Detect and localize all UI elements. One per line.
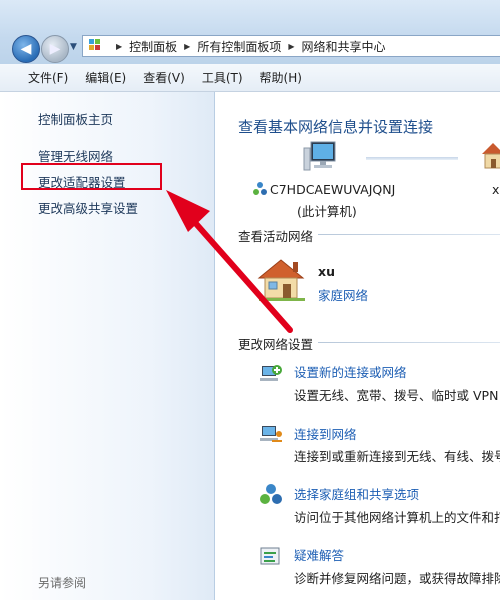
breadcrumb-item[interactable]: 网络和共享中心 <box>302 38 386 55</box>
change-settings-heading: 更改网络设置 <box>238 337 314 352</box>
history-dropdown-icon[interactable]: ▼ <box>70 42 77 52</box>
computer-icon <box>303 141 336 171</box>
connect-network-icon <box>260 426 282 442</box>
homegroup-icon <box>253 182 267 195</box>
menu-help[interactable]: 帮助(H) <box>260 69 302 86</box>
see-also-heading: 另请参阅 <box>38 576 87 590</box>
computer-label: (此计算机) <box>297 204 357 219</box>
active-networks-heading: 查看活动网络 <box>238 229 314 244</box>
troubleshoot-icon <box>260 547 280 565</box>
sidebar-item-advanced-sharing[interactable]: 更改高级共享设置 <box>38 198 138 217</box>
page-title: 查看基本网络信息并设置连接 <box>238 118 434 136</box>
address-bar[interactable]: ▶ 控制面板 ▶ 所有控制面板项 ▶ 网络和共享中心 <box>82 35 500 57</box>
control-panel-icon <box>89 39 103 53</box>
breadcrumb-item[interactable]: 所有控制面板项 <box>197 38 281 55</box>
task-homegroup-link[interactable]: 选择家庭组和共享选项 <box>294 484 419 503</box>
breadcrumb-separator-icon: ▶ <box>184 41 191 51</box>
new-connection-icon <box>260 365 282 381</box>
highlight-rectangle <box>21 163 162 190</box>
divider <box>318 342 500 343</box>
task-troubleshoot-desc: 诊断并修复网络问题，或获得故障排除 <box>294 571 500 586</box>
task-troubleshoot-link[interactable]: 疑难解答 <box>294 545 344 564</box>
task-new-connection-link[interactable]: 设置新的连接或网络 <box>294 362 407 381</box>
network-name: xu <box>318 264 335 279</box>
breadcrumb-separator-icon: ▶ <box>288 41 295 51</box>
breadcrumb-item[interactable]: 控制面板 <box>129 38 177 55</box>
back-arrow-icon[interactable]: ◀ <box>12 35 40 63</box>
network-type-link[interactable]: 家庭网络 <box>318 285 368 304</box>
menu-bar: 文件(F) 编辑(E) 查看(V) 工具(T) 帮助(H) <box>0 64 500 92</box>
menu-view[interactable]: 查看(V) <box>143 69 185 86</box>
task-new-connection-desc: 设置无线、宽带、拨号、临时或 VPN <box>294 388 499 403</box>
menu-file[interactable]: 文件(F) <box>28 69 68 86</box>
task-connect-network-desc: 连接到或重新连接到无线、有线、拨号 <box>294 449 500 464</box>
navigation-bar: ◀ ▶ ▼ ▶ 控制面板 ▶ 所有控制面板项 ▶ 网络和共享中心 <box>0 0 500 64</box>
task-connect-network-link[interactable]: 连接到网络 <box>294 424 357 443</box>
sidebar-item-home[interactable]: 控制面板主页 <box>38 109 113 128</box>
house-icon <box>482 143 500 169</box>
breadcrumb-separator-icon: ▶ <box>116 41 123 51</box>
divider <box>318 234 500 235</box>
task-homegroup-desc: 访问位于其他网络计算机上的文件和打 <box>294 510 500 525</box>
network-node-label: xu <box>492 182 500 197</box>
computer-name: C7HDCAEWUVAJQNJ <box>270 182 396 197</box>
forward-arrow-icon[interactable]: ▶ <box>41 35 69 63</box>
menu-edit[interactable]: 编辑(E) <box>85 69 126 86</box>
menu-tools[interactable]: 工具(T) <box>202 69 243 86</box>
home-network-icon <box>257 259 305 301</box>
connection-line <box>366 157 458 160</box>
homegroup-sharing-icon <box>260 484 282 504</box>
